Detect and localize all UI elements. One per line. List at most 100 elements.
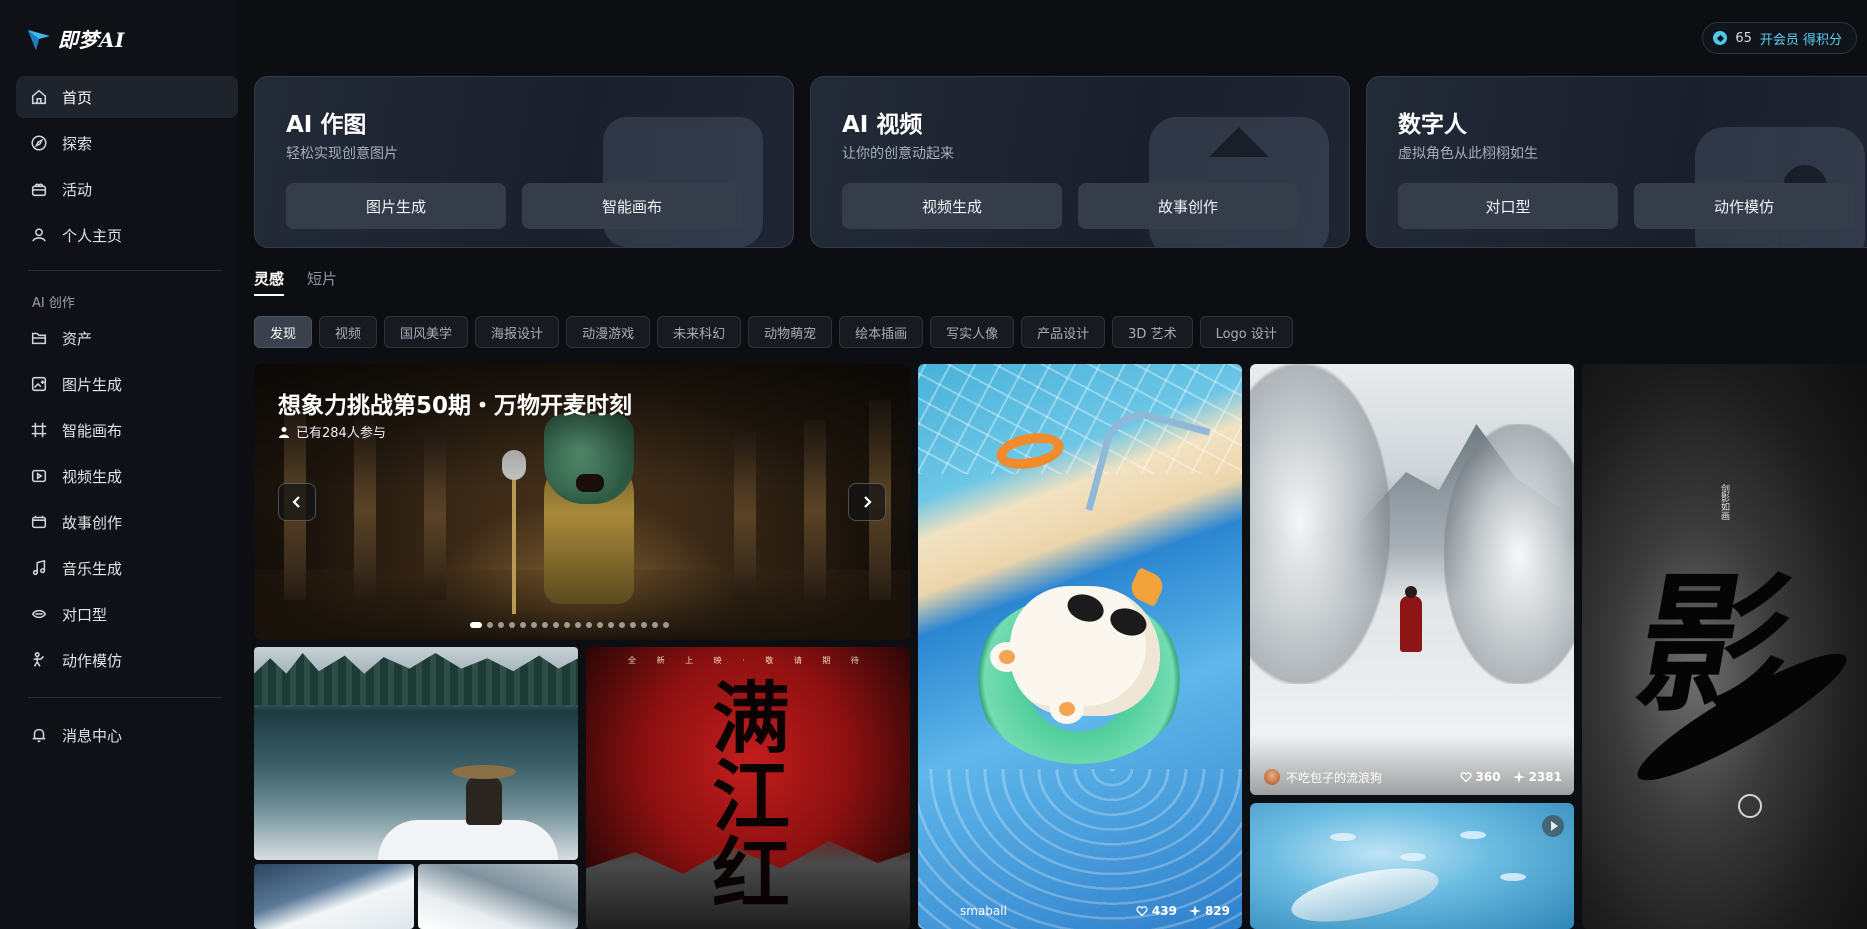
tab-short-film[interactable]: 短片 <box>307 268 337 289</box>
sidebar-item-motion[interactable]: 动作模仿 <box>16 639 238 681</box>
tile-meta: smaball 439 829 <box>932 901 1230 921</box>
pagination-dot[interactable] <box>619 622 625 628</box>
card-subtitle: 让你的创意动起来 <box>842 146 954 162</box>
banner-next-button[interactable] <box>848 483 886 521</box>
sidebar-item-label: 资产 <box>62 329 93 348</box>
points-count: 65 <box>1735 30 1752 46</box>
pagination-dot[interactable] <box>498 622 504 628</box>
sidebar-item-story[interactable]: 故事创作 <box>16 501 238 543</box>
vip-link[interactable]: 开会员 得积分 <box>1760 29 1842 48</box>
motion-mimic-button[interactable]: 动作模仿 <box>1634 183 1854 229</box>
sidebar-item-bell[interactable]: 消息中心 <box>16 714 238 756</box>
points-badge[interactable]: 65 开会员 得积分 <box>1702 22 1857 54</box>
gallery-item-lake-fisher[interactable] <box>254 647 578 860</box>
gallery-item-snow-mountain[interactable] <box>254 864 414 929</box>
card-title: AI 视频 <box>842 112 923 138</box>
pagination-dot[interactable] <box>641 622 647 628</box>
category-chip[interactable]: 绘本插画 <box>839 316 924 348</box>
ink-small-text: 剑影如画 <box>1719 484 1729 520</box>
category-chip[interactable]: 动物萌宠 <box>748 316 833 348</box>
lipsync-button[interactable]: 对口型 <box>1398 183 1618 229</box>
story-create-button[interactable]: 故事创作 <box>1078 183 1298 229</box>
snow-rock <box>378 820 558 860</box>
use-count[interactable]: 829 <box>1188 904 1230 918</box>
pagination-dot[interactable] <box>509 622 515 628</box>
sidebar-item-compass[interactable]: 探索 <box>16 122 238 164</box>
pagination-dot[interactable] <box>553 622 559 628</box>
category-chip[interactable]: 发现 <box>254 316 313 348</box>
category-chip[interactable]: 产品设计 <box>1021 316 1106 348</box>
sidebar-item-user[interactable]: 个人主页 <box>16 214 238 256</box>
gallery-item-pool-cat[interactable]: smaball 439 829 <box>918 364 1242 929</box>
sidebar-item-music[interactable]: 音乐生成 <box>16 547 238 589</box>
logo-icon <box>28 29 50 50</box>
category-chip[interactable]: 动漫游戏 <box>566 316 651 348</box>
sparkle-icon <box>1188 905 1201 917</box>
poster-top-text: 全 新 上 映 · 敬 请 期 待 <box>628 656 868 665</box>
category-chip[interactable]: 写实人像 <box>930 316 1015 348</box>
gallery-item-snow-valley[interactable] <box>418 864 578 929</box>
card-title: 数字人 <box>1398 112 1467 138</box>
pagination-dot[interactable] <box>542 622 548 628</box>
banner-title: 想象力挑战第50期・万物开麦时刻 <box>278 393 633 419</box>
pagination-dot[interactable] <box>652 622 658 628</box>
pagination-dot[interactable] <box>564 622 570 628</box>
sidebar-item-video-gen[interactable]: 视频生成 <box>16 455 238 497</box>
card-title: AI 作图 <box>286 112 367 138</box>
lipsync-icon <box>28 603 50 625</box>
sidebar-item-label: 智能画布 <box>62 421 123 440</box>
sidebar-item-folder[interactable]: 资产 <box>16 317 238 359</box>
feature-card-digital-human: 数字人 虚拟角色从此栩栩如生 对口型 动作模仿 <box>1366 76 1867 248</box>
ink-stamp <box>1738 794 1762 818</box>
category-chip[interactable]: Logo 设计 <box>1199 316 1293 348</box>
gallery-item-fish-video[interactable] <box>1250 803 1574 929</box>
pagination-dot[interactable] <box>487 622 493 628</box>
pagination-dot[interactable] <box>575 622 581 628</box>
play-icon <box>1542 815 1564 837</box>
card-subtitle: 轻松实现创意图片 <box>286 146 398 162</box>
smart-canvas-button[interactable]: 智能画布 <box>522 183 742 229</box>
samurai-figure <box>1400 586 1422 652</box>
category-chip[interactable]: 视频 <box>319 316 378 348</box>
sidebar-item-image-gen[interactable]: 图片生成 <box>16 363 238 405</box>
pagination-dot[interactable] <box>470 622 482 628</box>
pagination-dot[interactable] <box>608 622 614 628</box>
user-icon <box>28 224 50 246</box>
fish-icon <box>1460 831 1486 839</box>
tab-inspiration[interactable]: 灵感 <box>254 268 284 289</box>
category-chip[interactable]: 国风美学 <box>384 316 469 348</box>
video-gen-button[interactable]: 视频生成 <box>842 183 1062 229</box>
sidebar-item-lipsync[interactable]: 对口型 <box>16 593 238 635</box>
like-count[interactable]: 360 <box>1459 770 1501 784</box>
banner-prev-button[interactable] <box>278 483 316 521</box>
category-chip[interactable]: 海报设计 <box>475 316 560 348</box>
category-chip[interactable]: 3D 艺术 <box>1112 316 1193 348</box>
use-number: 829 <box>1204 904 1230 918</box>
avatar[interactable] <box>1264 769 1280 785</box>
pagination-dot[interactable] <box>597 622 603 628</box>
pagination-dot[interactable] <box>531 622 537 628</box>
person-icon <box>279 426 289 438</box>
like-count[interactable]: 439 <box>1136 904 1177 918</box>
pagination-dot[interactable] <box>520 622 526 628</box>
tab-active-indicator <box>254 294 284 296</box>
pagination-dot[interactable] <box>663 622 669 628</box>
sidebar-item-home[interactable]: 首页 <box>16 76 238 118</box>
image-gen-button[interactable]: 图片生成 <box>286 183 506 229</box>
sidebar-item-canvas[interactable]: 智能画布 <box>16 409 238 451</box>
logo-text: 即梦AI <box>58 28 125 52</box>
app-logo[interactable]: 即梦AI <box>26 24 125 53</box>
feature-card-ai-image: AI 作图 轻松实现创意图片 图片生成 智能画布 <box>254 76 794 248</box>
sidebar-item-gift[interactable]: 活动 <box>16 168 238 210</box>
pagination-dot[interactable] <box>630 622 636 628</box>
author-name[interactable]: 不吃包子的流浪狗 <box>1286 769 1448 786</box>
gallery-item-snow-samurai[interactable]: 不吃包子的流浪狗 360 2381 <box>1250 364 1574 795</box>
home-icon <box>28 86 50 108</box>
category-chip[interactable]: 未来科幻 <box>657 316 742 348</box>
pagination-dot[interactable] <box>586 622 592 628</box>
gallery-item-red-poster[interactable]: 全 新 上 映 · 敬 请 期 待 满江红 <box>586 647 910 929</box>
gallery-item-ink-art[interactable]: 剑影如画 影 <box>1582 364 1867 929</box>
challenge-banner[interactable]: 想象力挑战第50期・万物开麦时刻 已有284人参与 <box>254 364 910 640</box>
use-count[interactable]: 2381 <box>1512 770 1562 784</box>
author-name[interactable]: smaball <box>932 904 1124 918</box>
